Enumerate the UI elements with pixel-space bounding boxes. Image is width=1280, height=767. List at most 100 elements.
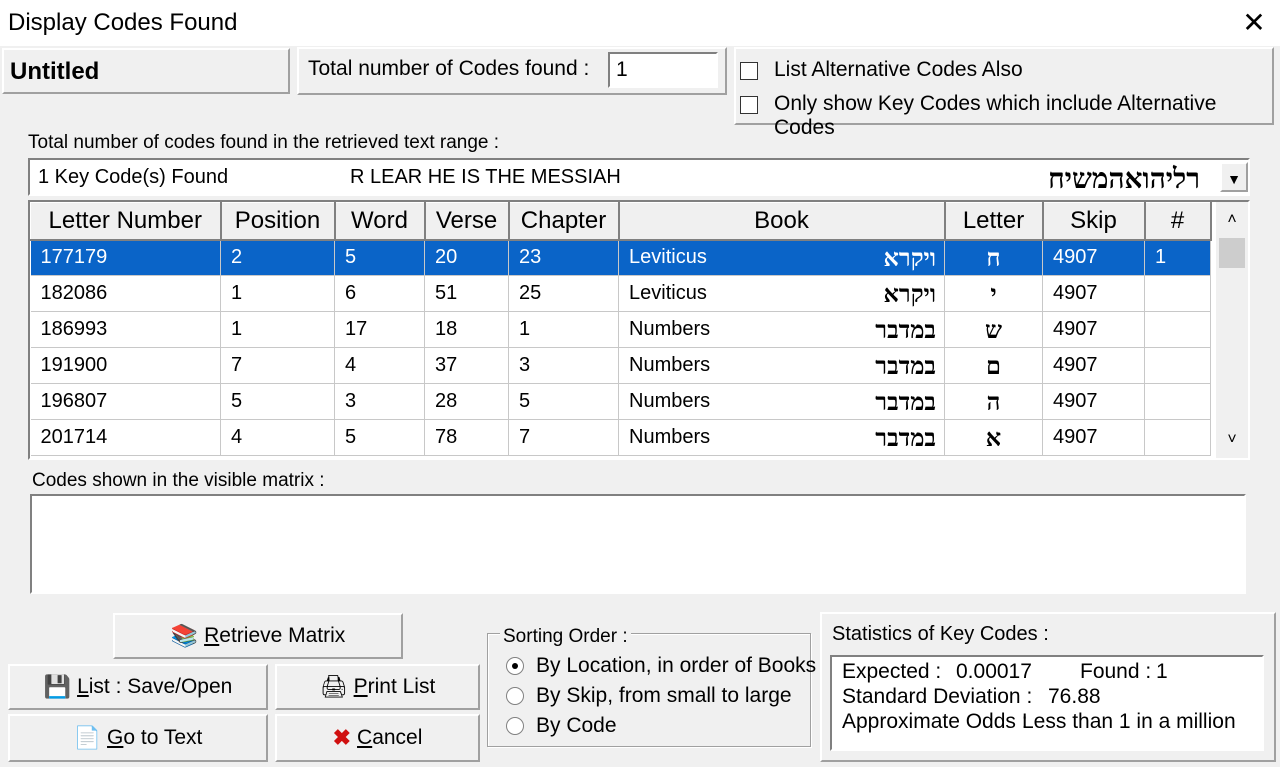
list-hotkey: L [77,675,89,698]
cell-letter: ם [944,347,1043,384]
cell-chapter: 25 [508,275,619,312]
cell-verse: 28 [424,383,509,420]
table-row[interactable]: 177179 2 5 20 23 Leviticus ויקרא ח 4907 1 [30,239,1211,276]
cell-word: 4 [334,347,425,384]
table-row[interactable]: 191900 7 4 37 3 Numbers במדבר ם 4907 [30,347,1211,384]
cancel-button[interactable]: ✖ Cancel [275,714,480,762]
sort-by-skip-label: By Skip, from small to large [536,684,792,707]
table-row[interactable]: 186993 1 17 18 1 Numbers במדבר ש 4907 [30,311,1211,348]
key-codes-label: Only show Key Codes which include Altern… [774,92,1217,139]
key-code-count: 1 Key Code(s) Found [38,166,229,188]
matrix-label: Codes shown in the visible matrix : [32,470,325,491]
cell-letter-number: 196807 [30,383,221,420]
book-hebrew: ויקרא [883,278,936,308]
cell-chapter: 3 [508,347,619,384]
table-row[interactable]: 182086 1 6 51 25 Leviticus ויקרא י 4907 [30,275,1211,312]
project-name: Untitled [10,58,100,85]
x-icon: ✖ [332,725,352,750]
col-skip[interactable]: Skip [1042,202,1146,241]
cell-number [1144,419,1211,456]
statistics-title: Statistics of Key Codes : [832,623,1049,645]
sort-by-location-label: By Location, in order of Books [536,654,817,677]
col-book[interactable]: Book [618,202,946,241]
cell-verse: 20 [424,239,509,276]
printer-icon: 🖨 [319,674,348,699]
cell-word: 17 [334,311,425,348]
book-hebrew: ויקרא [883,242,936,272]
cell-position: 1 [220,311,335,348]
cell-word: 5 [334,239,425,276]
table-row[interactable]: 201714 4 5 78 7 Numbers במדבר א 4907 [30,419,1211,456]
sort-by-skip-radio[interactable] [506,687,524,705]
key-codes-checkbox[interactable] [740,96,758,114]
triangle-down-icon: ▼ [1227,171,1241,187]
col-word[interactable]: Word [334,202,426,241]
cell-position: 1 [220,275,335,312]
expected-label: Expected : [842,660,942,683]
book-hebrew: במדבר [875,314,936,344]
col-position[interactable]: Position [220,202,336,241]
key-code-hebrew: רליהואהמשיח [1048,162,1200,195]
go-to-text-button[interactable]: 📄 Go to Text [8,714,268,762]
window-title: Display Codes Found [8,9,238,36]
col-verse[interactable]: Verse [424,202,510,241]
book-name: Numbers [629,354,711,376]
cell-chapter: 7 [508,419,619,456]
cell-letter: א [944,419,1043,456]
cell-verse: 78 [424,419,509,456]
cell-letter: ח [944,239,1043,276]
cell-word: 6 [334,275,425,312]
book-name: Numbers [629,426,711,448]
cell-number: 1 [1144,239,1211,276]
cell-chapter: 1 [508,311,619,348]
col-letter[interactable]: Letter [944,202,1044,241]
scroll-thumb[interactable] [1219,238,1245,268]
cell-position: 4 [220,419,335,456]
found-label: Found : [1080,660,1152,683]
sort-by-location-radio[interactable] [506,657,524,675]
total-codes-label: Total number of Codes found : [308,57,590,80]
chevron-down-icon: ˅ [1227,431,1237,448]
cell-letter-number: 191900 [30,347,221,384]
table-row[interactable]: 196807 5 3 28 5 Numbers במדבר ה 4907 [30,383,1211,420]
found-value: 1 [1156,660,1168,683]
cell-book: Leviticus ויקרא [618,275,945,312]
stddev-value: 76.88 [1048,685,1101,708]
retrieve-label: etrieve Matrix [219,624,346,647]
cell-book: Numbers במדבר [618,383,945,420]
book-name: Numbers [629,390,711,412]
scroll-up-button[interactable]: ˄ [1216,204,1248,236]
retrieve-matrix-button[interactable]: 📚 Retrieve Matrix [113,613,403,659]
codes-grid[interactable]: Letter Number Position Word Verse Chapte… [28,200,1250,460]
books-icon: 📚 [170,623,199,648]
document-icon: 📄 [73,725,102,750]
book-hebrew: במדבר [875,422,936,452]
cell-verse: 51 [424,275,509,312]
list-save-open-button[interactable]: 💾 List : Save/Open [8,664,268,710]
cell-letter: ה [944,383,1043,420]
col-letter-number[interactable]: Letter Number [30,202,222,241]
alt-codes-checkbox[interactable] [740,62,758,80]
scroll-down-button[interactable]: ˅ [1216,424,1248,456]
close-button[interactable]: ✕ [1236,6,1272,40]
cell-chapter: 23 [508,239,619,276]
cell-letter-number: 177179 [30,239,221,276]
cell-letter: י [944,275,1043,312]
cell-letter-number: 182086 [30,275,221,312]
cell-book: Numbers במדבר [618,347,945,384]
combo-dropdown-button[interactable]: ▼ [1220,162,1248,192]
odds-value: Less than 1 in a million [1022,710,1236,733]
sort-by-code-radio[interactable] [506,717,524,735]
col-number[interactable]: # [1144,202,1212,241]
goto-label: o to Text [123,726,203,749]
expected-value: 0.00017 [956,660,1032,683]
cell-skip: 4907 [1042,383,1145,420]
visible-matrix-list[interactable] [30,494,1246,594]
col-chapter[interactable]: Chapter [508,202,620,241]
print-list-button[interactable]: 🖨 Print List [275,664,480,710]
sort-by-code-label: By Code [536,714,617,737]
total-codes-field[interactable]: 1 [608,52,718,88]
disk-icon: 💾 [43,674,72,699]
cell-skip: 4907 [1042,275,1145,312]
cell-skip: 4907 [1042,419,1145,456]
